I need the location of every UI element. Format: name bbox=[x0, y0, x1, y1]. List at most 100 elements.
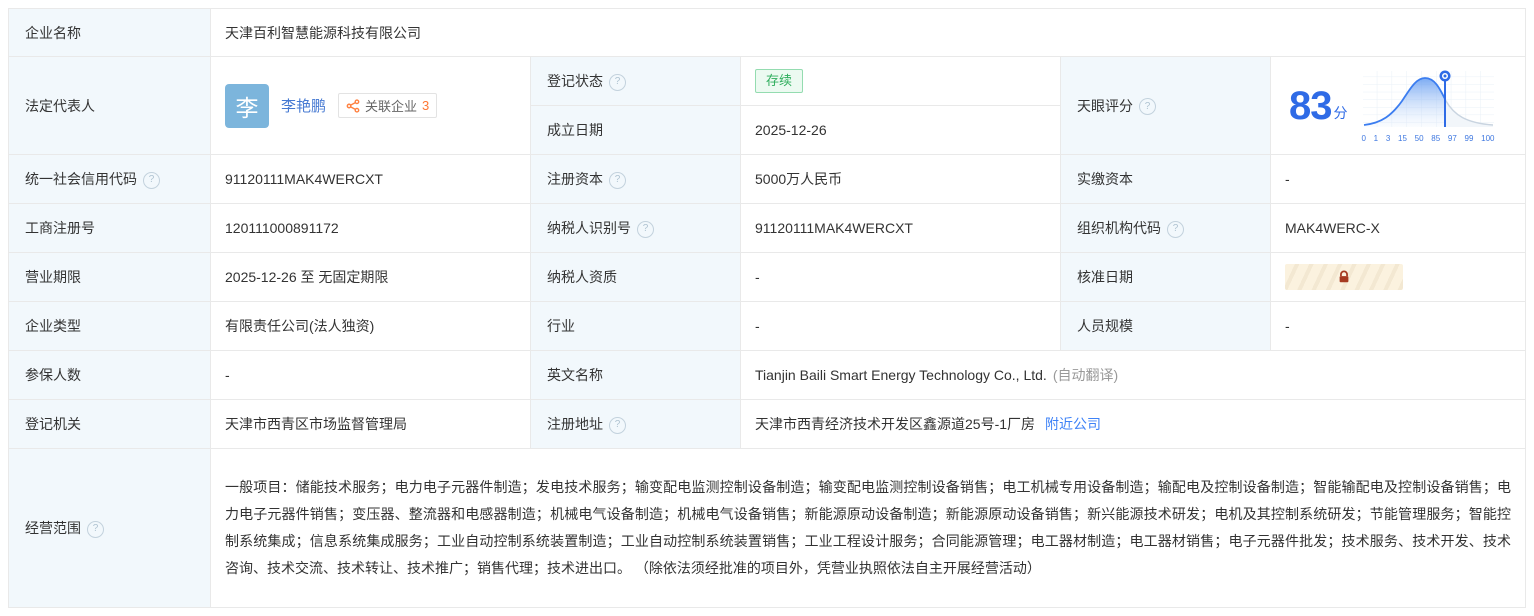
industry-label: 行业 bbox=[531, 302, 741, 351]
help-icon[interactable]: ? bbox=[609, 417, 626, 434]
table-row: 营业期限 2025-12-26 至 无固定期限 纳税人资质 - 核准日期 bbox=[9, 253, 1526, 302]
org-code-value: MAK4WERC-X bbox=[1271, 204, 1526, 253]
score-value-link[interactable]: 83 分 bbox=[1289, 89, 1348, 123]
table-row: 登记机关 天津市西青区市场监督管理局 注册地址? 天津市西青经济技术开发区鑫源道… bbox=[9, 400, 1526, 449]
related-companies-label: 关联企业 bbox=[365, 96, 417, 115]
business-scope-value-cell: 一般项目：储能技术服务；电力电子元器件制造；发电技术服务；输变配电监测控制设备制… bbox=[211, 449, 1526, 608]
staff-size-label: 人员规模 bbox=[1061, 302, 1271, 351]
company-type-label: 企业类型 bbox=[9, 302, 211, 351]
help-icon[interactable]: ? bbox=[609, 172, 626, 189]
taxpayer-id-label: 纳税人识别号 bbox=[547, 220, 631, 236]
legal-rep-label: 法定代表人 bbox=[9, 57, 211, 155]
axis-tick: 3 bbox=[1386, 134, 1390, 143]
reg-status-label: 登记状态 bbox=[547, 73, 603, 89]
reg-capital-label: 注册资本 bbox=[547, 171, 603, 187]
score-unit: 分 bbox=[1334, 103, 1348, 123]
help-icon[interactable]: ? bbox=[1167, 221, 1184, 238]
related-companies-icon bbox=[346, 99, 360, 113]
business-term-value: 2025-12-26 至 无固定期限 bbox=[211, 253, 531, 302]
industry-value: - bbox=[741, 302, 1061, 351]
help-icon[interactable]: ? bbox=[87, 521, 104, 538]
taxpayer-id-value: 91120111MAK4WERCXT bbox=[741, 204, 1061, 253]
taxpayer-qualification-label: 纳税人资质 bbox=[531, 253, 741, 302]
score-axis-ticks: 0 1 3 15 50 85 97 99 100 bbox=[1362, 134, 1495, 143]
business-scope-label: 经营范围 bbox=[25, 520, 81, 536]
axis-tick: 1 bbox=[1374, 134, 1378, 143]
est-date-label: 成立日期 bbox=[531, 106, 741, 155]
auto-translate-note: (自动翻译) bbox=[1053, 367, 1118, 383]
company-name-label: 企业名称 bbox=[9, 9, 211, 57]
reg-number-value: 120111000891172 bbox=[211, 204, 531, 253]
company-type-value: 有限责任公司(法人独资) bbox=[211, 302, 531, 351]
business-scope-value: 一般项目：储能技术服务；电力电子元器件制造；发电技术服务；输变配电监测控制设备制… bbox=[225, 474, 1511, 582]
score-distribution-chart[interactable]: 0 1 3 15 50 85 97 99 100 bbox=[1362, 69, 1495, 143]
table-row: 企业类型 有限责任公司(法人独资) 行业 - 人员规模 - bbox=[9, 302, 1526, 351]
score-label: 天眼评分 bbox=[1077, 98, 1133, 114]
insured-count-value: - bbox=[211, 351, 531, 400]
taxpayer-qualification-value: - bbox=[741, 253, 1061, 302]
reg-authority-value: 天津市西青区市场监督管理局 bbox=[211, 400, 531, 449]
approval-date-label: 核准日期 bbox=[1061, 253, 1271, 302]
company-profile-table-wrapper: 企业名称 天津百利智慧能源科技有限公司 法定代表人 李 李艳鹏 关联企业 3 bbox=[0, 0, 1534, 616]
reg-address-label-cell: 注册地址? bbox=[531, 400, 741, 449]
credit-code-label: 统一社会信用代码 bbox=[25, 171, 137, 187]
help-icon[interactable]: ? bbox=[637, 221, 654, 238]
business-scope-label-cell: 经营范围? bbox=[9, 449, 211, 608]
reg-authority-label: 登记机关 bbox=[9, 400, 211, 449]
related-companies-badge[interactable]: 关联企业 3 bbox=[338, 93, 437, 118]
english-name-value: Tianjin Baili Smart Energy Technology Co… bbox=[755, 367, 1047, 383]
reg-status-label-cell: 登记状态? bbox=[531, 57, 741, 106]
legal-rep-name-link[interactable]: 李艳鹏 bbox=[281, 95, 326, 116]
approval-date-locked-placeholder[interactable] bbox=[1285, 264, 1403, 290]
score-number: 83 bbox=[1289, 89, 1332, 123]
axis-tick: 100 bbox=[1481, 134, 1494, 143]
english-name-value-cell: Tianjin Baili Smart Energy Technology Co… bbox=[741, 351, 1526, 400]
score-label-cell: 天眼评分? bbox=[1061, 57, 1271, 155]
reg-address-value: 天津市西青经济技术开发区鑫源道25号-1厂房 bbox=[755, 416, 1035, 432]
table-row: 法定代表人 李 李艳鹏 关联企业 3 登记状态? bbox=[9, 57, 1526, 106]
credit-code-value: 91120111MAK4WERCXT bbox=[211, 155, 531, 204]
axis-tick: 50 bbox=[1415, 134, 1424, 143]
axis-tick: 85 bbox=[1431, 134, 1440, 143]
reg-capital-label-cell: 注册资本? bbox=[531, 155, 741, 204]
status-badge: 存续 bbox=[755, 69, 803, 93]
nearby-companies-link[interactable]: 附近公司 bbox=[1045, 416, 1101, 432]
est-date-value: 2025-12-26 bbox=[741, 106, 1061, 155]
paid-capital-value: - bbox=[1271, 155, 1526, 204]
paid-capital-label: 实缴资本 bbox=[1061, 155, 1271, 204]
reg-address-label: 注册地址 bbox=[547, 416, 603, 432]
credit-code-label-cell: 统一社会信用代码? bbox=[9, 155, 211, 204]
axis-tick: 99 bbox=[1465, 134, 1474, 143]
axis-tick: 97 bbox=[1448, 134, 1457, 143]
table-row: 统一社会信用代码? 91120111MAK4WERCXT 注册资本? 5000万… bbox=[9, 155, 1526, 204]
reg-capital-value: 5000万人民币 bbox=[741, 155, 1061, 204]
legal-rep-cell: 李 李艳鹏 关联企业 3 bbox=[211, 57, 531, 155]
help-icon[interactable]: ? bbox=[143, 172, 160, 189]
insured-count-label: 参保人数 bbox=[9, 351, 211, 400]
table-row: 工商注册号 120111000891172 纳税人识别号? 91120111MA… bbox=[9, 204, 1526, 253]
taxpayer-id-label-cell: 纳税人识别号? bbox=[531, 204, 741, 253]
org-code-label-cell: 组织机构代码? bbox=[1061, 204, 1271, 253]
score-curve-svg bbox=[1362, 69, 1495, 133]
company-name-value: 天津百利智慧能源科技有限公司 bbox=[211, 9, 1526, 57]
staff-size-value: - bbox=[1271, 302, 1526, 351]
help-icon[interactable]: ? bbox=[609, 74, 626, 91]
approval-date-value-cell bbox=[1271, 253, 1526, 302]
axis-tick: 15 bbox=[1398, 134, 1407, 143]
reg-status-value-cell: 存续 bbox=[741, 57, 1061, 106]
score-cell: 83 分 bbox=[1271, 57, 1526, 155]
avatar[interactable]: 李 bbox=[225, 84, 269, 128]
table-row: 参保人数 - 英文名称 Tianjin Baili Smart Energy T… bbox=[9, 351, 1526, 400]
axis-tick: 0 bbox=[1362, 134, 1366, 143]
table-row: 经营范围? 一般项目：储能技术服务；电力电子元器件制造；发电技术服务；输变配电监… bbox=[9, 449, 1526, 608]
lock-icon bbox=[1337, 270, 1351, 284]
table-row: 企业名称 天津百利智慧能源科技有限公司 bbox=[9, 9, 1526, 57]
company-info-table: 企业名称 天津百利智慧能源科技有限公司 法定代表人 李 李艳鹏 关联企业 3 bbox=[8, 8, 1526, 608]
related-companies-count: 3 bbox=[422, 98, 429, 113]
org-code-label: 组织机构代码 bbox=[1077, 220, 1161, 236]
reg-address-value-cell: 天津市西青经济技术开发区鑫源道25号-1厂房附近公司 bbox=[741, 400, 1526, 449]
help-icon[interactable]: ? bbox=[1139, 98, 1156, 115]
english-name-label: 英文名称 bbox=[531, 351, 741, 400]
reg-number-label: 工商注册号 bbox=[9, 204, 211, 253]
business-term-label: 营业期限 bbox=[9, 253, 211, 302]
